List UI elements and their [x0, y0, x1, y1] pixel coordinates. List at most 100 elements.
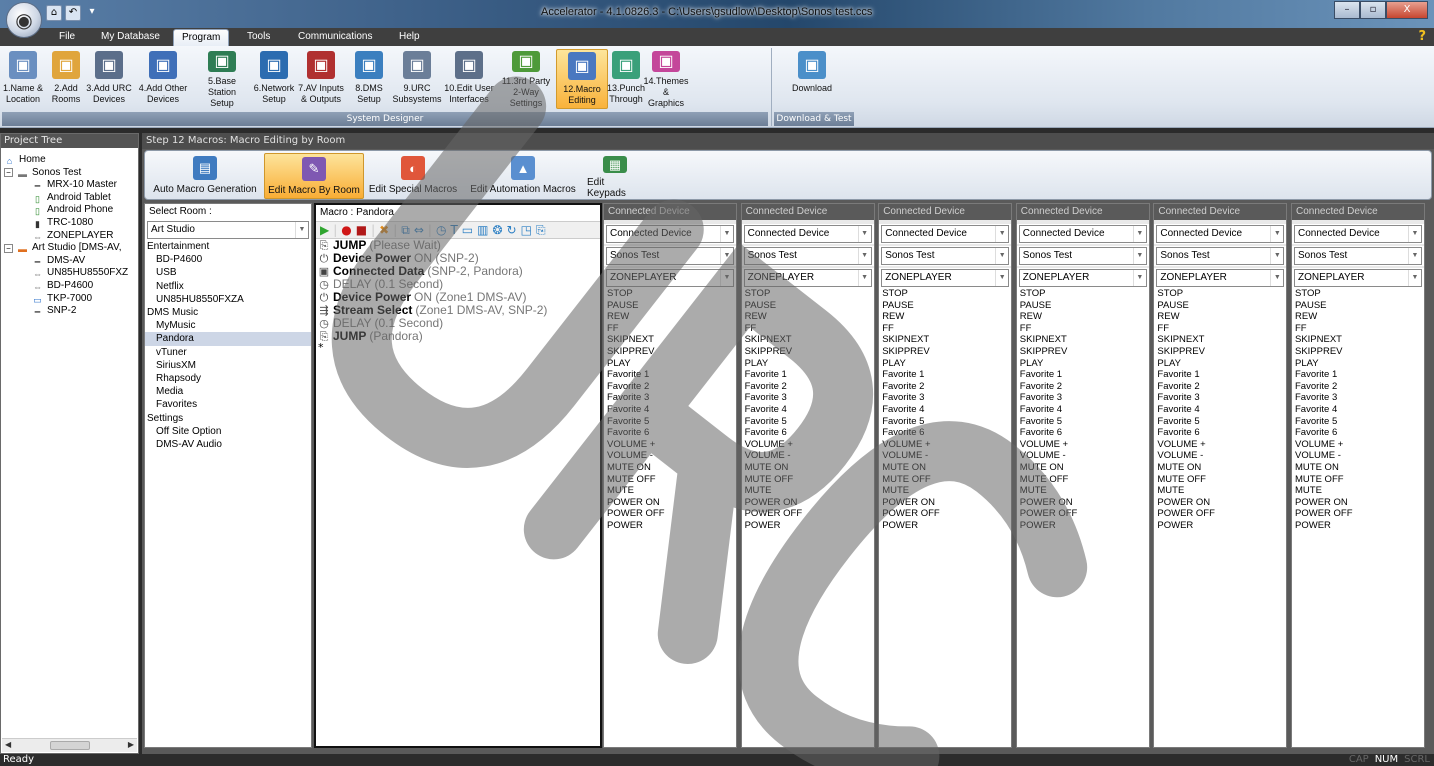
room-list-item[interactable]: DMS Music [145, 306, 311, 319]
undo-qat-icon[interactable]: ↶ [65, 5, 81, 21]
chevron-down-icon[interactable]: ▼ [720, 248, 733, 264]
command-item[interactable]: MUTE OFF [882, 474, 1011, 486]
device-select[interactable]: ZONEPLAYER ▼ [1294, 269, 1422, 287]
menu-help[interactable]: Help [399, 31, 420, 42]
command-item[interactable]: POWER [882, 520, 1011, 532]
room-select[interactable]: Sonos Test ▼ [881, 247, 1010, 265]
room-list-item[interactable]: BD-P4600 [145, 253, 311, 266]
command-item[interactable]: VOLUME - [882, 450, 1011, 462]
dialog-icon[interactable]: ◳ [521, 223, 532, 237]
device-type-select[interactable]: Connected Device ▼ [1018, 225, 1147, 243]
room-list-item[interactable]: Settings [145, 412, 311, 425]
command-item[interactable]: Favorite 4 [882, 404, 1011, 416]
command-item[interactable]: MUTE ON [1020, 462, 1149, 474]
room-list-item[interactable]: vTuner [145, 346, 311, 359]
command-item[interactable]: Favorite 1 [882, 369, 1011, 381]
ribbon-button-3[interactable]: ▣ 3.Add URC Devices [84, 49, 134, 109]
command-item[interactable]: POWER [607, 520, 736, 532]
room-list-item[interactable]: MyMusic [145, 319, 311, 332]
jump-toolbar-icon[interactable]: ⎘ [536, 223, 546, 238]
ribbon-button-10[interactable]: ▣ 10.Edit User Interfaces [442, 49, 496, 109]
command-item[interactable]: Favorite 5 [607, 416, 736, 428]
tree-item[interactable]: ⇔ ZONEPLAYER [31, 230, 114, 242]
command-item[interactable]: SKIPPREV [1157, 346, 1286, 358]
menu-tools[interactable]: Tools [247, 31, 270, 42]
ribbon-button-5[interactable]: ▣ 5.Base Station Setup [193, 49, 251, 109]
tree-item[interactable]: ⌂ Home [3, 154, 46, 166]
swap-icon[interactable]: ⇔ [414, 223, 424, 237]
command-item[interactable]: PLAY [1295, 358, 1424, 370]
command-item[interactable]: Favorite 1 [607, 369, 736, 381]
ribbon-button-4[interactable]: ▣ 4.Add Other Devices [135, 49, 191, 109]
command-item[interactable]: FF [1020, 323, 1149, 335]
command-item[interactable]: PLAY [1157, 358, 1286, 370]
tree-item[interactable]: ▯ Android Phone [31, 204, 113, 216]
tab-edit-automation-macros[interactable]: ▲ Edit Automation Macros [462, 153, 584, 199]
command-item[interactable]: MUTE [1295, 485, 1424, 497]
tree-item[interactable]: ▮ TRC-1080 [31, 217, 93, 229]
device-select[interactable]: ZONEPLAYER ▼ [881, 269, 1010, 287]
ribbon-button-15[interactable]: ▣ Download [783, 49, 841, 109]
chevron-down-icon[interactable]: ▼ [1408, 248, 1421, 264]
command-item[interactable]: SKIPNEXT [882, 334, 1011, 346]
command-item[interactable]: VOLUME - [607, 450, 736, 462]
room-select[interactable]: Art Studio ▼ [147, 221, 309, 239]
command-item[interactable]: MUTE OFF [1020, 474, 1149, 486]
room-list-item[interactable]: Netflix [145, 280, 311, 293]
command-item[interactable]: MUTE ON [882, 462, 1011, 474]
command-item[interactable]: Favorite 4 [745, 404, 874, 416]
device-select[interactable]: ZONEPLAYER ▼ [743, 269, 872, 287]
command-item[interactable]: MUTE OFF [1295, 474, 1424, 486]
room-list-item[interactable]: UN85HU8550FXZA [145, 293, 311, 306]
room-list-item[interactable]: SiriusXM [145, 359, 311, 372]
command-item[interactable]: Favorite 5 [882, 416, 1011, 428]
command-item[interactable]: POWER OFF [1157, 508, 1286, 520]
command-item[interactable]: MUTE [745, 485, 874, 497]
command-item[interactable]: Favorite 2 [882, 381, 1011, 393]
tab-edit-keypads[interactable]: ▦ Edit Keypads [585, 153, 645, 199]
qat-dropdown-icon[interactable]: ▾ [84, 5, 100, 21]
command-item[interactable]: SKIPPREV [1295, 346, 1424, 358]
room-list-item[interactable]: Pandora [145, 332, 311, 346]
device-type-select[interactable]: Connected Device ▼ [743, 225, 872, 243]
variable-icon[interactable]: ▥ [477, 223, 488, 237]
command-item[interactable]: POWER [1157, 520, 1286, 532]
room-list-item[interactable]: Rhapsody [145, 372, 311, 385]
command-item[interactable]: VOLUME + [745, 439, 874, 451]
command-item[interactable]: Favorite 1 [1157, 369, 1286, 381]
command-item[interactable]: Favorite 4 [607, 404, 736, 416]
command-item[interactable]: SKIPPREV [882, 346, 1011, 358]
room-select[interactable]: Sonos Test ▼ [743, 247, 872, 265]
chevron-down-icon[interactable]: ▼ [1270, 226, 1283, 242]
image-icon[interactable]: ▭ [462, 223, 473, 237]
command-item[interactable]: Favorite 2 [607, 381, 736, 393]
play-icon[interactable]: ▶ [320, 223, 329, 237]
command-item[interactable]: Favorite 3 [882, 392, 1011, 404]
room-list-item[interactable]: Favorites [145, 398, 311, 411]
command-item[interactable]: Favorite 6 [1157, 427, 1286, 439]
tree-item[interactable]: ▯ Android Tablet [31, 192, 111, 204]
command-item[interactable]: PAUSE [745, 300, 874, 312]
command-item[interactable]: MUTE [882, 485, 1011, 497]
command-item[interactable]: POWER ON [1295, 497, 1424, 509]
ribbon-button-7[interactable]: ▣ 7.AV Inputs & Outputs [297, 49, 345, 109]
command-item[interactable]: STOP [1157, 288, 1286, 300]
command-item[interactable]: STOP [607, 288, 736, 300]
command-item[interactable]: Favorite 5 [1020, 416, 1149, 428]
command-item[interactable]: POWER [1020, 520, 1149, 532]
command-item[interactable]: PAUSE [1020, 300, 1149, 312]
device-type-select[interactable]: Connected Device ▼ [1294, 225, 1422, 243]
command-item[interactable]: MUTE OFF [1157, 474, 1286, 486]
delete-icon[interactable]: ✖ [379, 223, 389, 237]
command-item[interactable]: STOP [1295, 288, 1424, 300]
app-orb-icon[interactable]: ◉ [6, 2, 42, 38]
device-type-select[interactable]: Connected Device ▼ [1156, 225, 1285, 243]
command-item[interactable]: VOLUME - [1020, 450, 1149, 462]
command-item[interactable]: PAUSE [1295, 300, 1424, 312]
command-item[interactable]: Favorite 2 [1157, 381, 1286, 393]
tree-item[interactable]: − ▬ Sonos Test [4, 167, 81, 179]
command-item[interactable]: POWER OFF [1020, 508, 1149, 520]
command-item[interactable]: POWER ON [1157, 497, 1286, 509]
room-list-item[interactable]: USB [145, 266, 311, 279]
command-item[interactable]: POWER [1295, 520, 1424, 532]
